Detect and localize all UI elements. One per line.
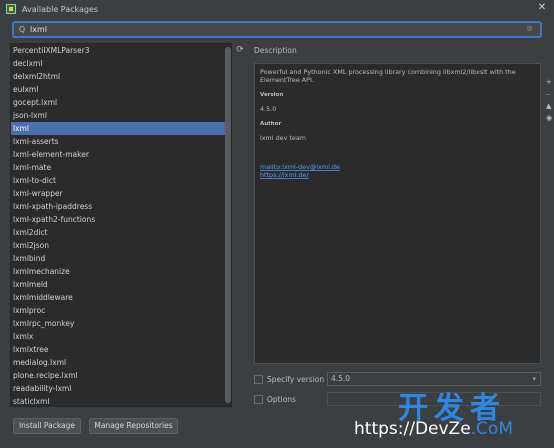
package-list-item[interactable]: lxml-asserts — [11, 135, 231, 148]
search-icon: Q — [18, 25, 26, 34]
package-list-item[interactable]: readability-lxml — [11, 382, 231, 395]
app-icon — [6, 4, 16, 14]
package-list-item[interactable]: json-lxml — [11, 109, 231, 122]
package-list-item[interactable]: lxmlrpc_monkey — [11, 317, 231, 330]
package-list-item[interactable]: lxmlmeld — [11, 278, 231, 291]
watermark: 开发者 https://DevZe.CoM — [350, 383, 554, 448]
description-panel: Powerful and Pythonic XML processing lib… — [254, 63, 541, 364]
specify-version-label: Specify version — [267, 374, 325, 384]
package-list-item[interactable]: PercentiIXMLParser3 — [11, 44, 231, 57]
package-list-item[interactable]: delxml2html — [11, 70, 231, 83]
package-list-panel: PercentiIXMLParser3 declxml delxml2html eul… — [10, 43, 232, 407]
search-field[interactable]: Q lxml ⊗ — [12, 21, 542, 38]
package-list: PercentiIXMLParser3 declxml delxml2html eul… — [11, 44, 231, 406]
clear-search-icon[interactable]: ⊗ — [526, 24, 533, 33]
window-title: Available Packages — [22, 4, 99, 14]
package-list-item[interactable]: medialog.lxml — [11, 356, 231, 369]
package-list-item[interactable]: lxml-element-maker — [11, 148, 231, 161]
author-email-link[interactable]: mailto:lxml-dev@lxml.de — [260, 163, 535, 171]
scrollbar-thumb[interactable] — [225, 47, 231, 403]
watermark-url-head: https:// — [354, 419, 415, 439]
install-package-button[interactable]: Install Package — [13, 418, 81, 434]
manage-repositories-button[interactable]: Manage Repositories — [89, 418, 178, 434]
package-list-item[interactable]: lxml — [11, 122, 231, 135]
refresh-icon[interactable]: ⟳ — [234, 44, 246, 56]
title-bar: Available Packages ✕ — [0, 0, 554, 18]
add-icon[interactable]: + — [546, 76, 554, 88]
author-title: Author — [260, 121, 282, 127]
version-value: 4.5.0 — [260, 105, 277, 113]
close-icon[interactable]: ✕ — [536, 2, 548, 14]
remove-icon[interactable]: – — [546, 88, 554, 100]
package-list-item[interactable]: lxml-xpath2-functions — [11, 213, 231, 226]
watermark-url-tail: .CoM — [470, 419, 513, 439]
options-label: Options — [267, 394, 296, 404]
homepage-link[interactable]: https://lxml.de/ — [260, 171, 535, 179]
package-list-item[interactable]: staticlxml — [11, 395, 231, 406]
show-icon[interactable]: ◉ — [546, 112, 554, 124]
package-list-item[interactable]: lxmlbind — [11, 252, 231, 265]
description-text: Powerful and Pythonic XML processing lib… — [260, 68, 516, 84]
upgrade-icon[interactable]: ▲ — [546, 100, 554, 112]
package-list-item[interactable]: lxml-wrapper — [11, 187, 231, 200]
options-checkbox[interactable] — [254, 394, 263, 404]
package-list-item[interactable]: lxml2dict — [11, 226, 231, 239]
package-list-item[interactable]: eulxml — [11, 83, 231, 96]
version-title: Version — [260, 92, 284, 98]
author-value: lxml dev team — [260, 134, 306, 142]
package-list-item[interactable]: plone.recipe.lxml — [11, 369, 231, 382]
specify-version-checkbox[interactable] — [254, 374, 263, 384]
watermark-url: https://DevZe.CoM — [354, 419, 513, 439]
package-list-item[interactable]: lxmlmechanize — [11, 265, 231, 278]
package-list-item[interactable]: lxml-xpath-ipaddress — [11, 200, 231, 213]
version-select-value: 4.5.0 — [331, 374, 351, 383]
package-list-item[interactable]: declxml — [11, 57, 231, 70]
package-list-item[interactable]: lxml-to-dict — [11, 174, 231, 187]
package-list-item[interactable]: lxmlmiddleware — [11, 291, 231, 304]
package-list-item[interactable]: lxml2json — [11, 239, 231, 252]
watermark-url-mid: DevZe — [414, 419, 471, 439]
package-list-item[interactable]: lxmlx — [11, 330, 231, 343]
package-list-scrollbar[interactable] — [225, 44, 231, 406]
package-list-item[interactable]: gocept.lxml — [11, 96, 231, 109]
package-list-item[interactable]: lxml-mate — [11, 161, 231, 174]
package-list-item[interactable]: lxmlproc — [11, 304, 231, 317]
description-label: Description — [254, 46, 297, 55]
search-input[interactable]: lxml — [30, 25, 47, 34]
side-toolbar: + – ▲ ◉ — [546, 76, 554, 124]
package-list-item[interactable]: lxmlxtree — [11, 343, 231, 356]
